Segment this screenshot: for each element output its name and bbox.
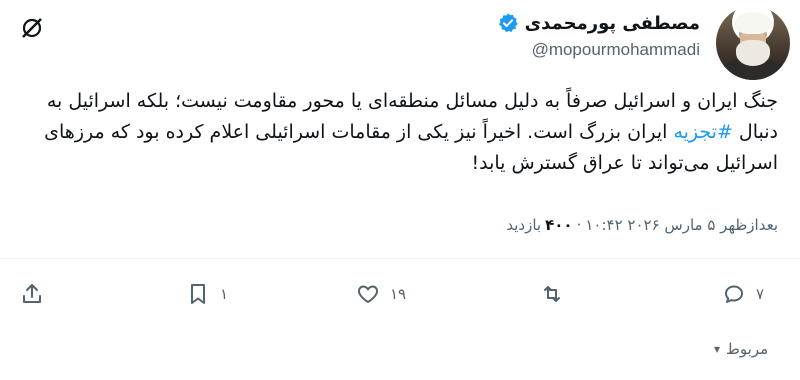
bookmark-icon (191, 284, 205, 304)
heart-icon (358, 285, 378, 303)
author-name-row[interactable]: مصطفی پورمحمدی (497, 10, 700, 36)
retweet-icon (544, 286, 560, 302)
action-bar: ۱ ۱۹ ۷ (0, 282, 800, 322)
reply-button[interactable]: ۷ (722, 282, 764, 306)
reply-icon (725, 285, 743, 303)
views-label: بازدید (506, 216, 542, 234)
related-dropdown[interactable]: مربوط ▾ (714, 340, 768, 358)
tweet-meta: بعدازظهر ۵ مارس ۲۰۲۶ ۱۰:۴۲ · ۴۰۰ بازدید (506, 216, 778, 234)
chevron-down-icon: ▾ (714, 342, 721, 356)
views-count: ۴۰۰ (545, 216, 573, 234)
verified-badge-icon (498, 13, 518, 33)
divider (0, 258, 800, 259)
retweet-button[interactable] (540, 282, 574, 306)
timestamp[interactable]: بعدازظهر ۵ مارس ۲۰۲۶ ۱۰:۴۲ (585, 216, 778, 234)
like-button[interactable]: ۱۹ (356, 282, 406, 306)
avatar[interactable] (716, 6, 790, 80)
share-icon (23, 284, 41, 303)
tweet-text-part2: ایران بزرگ است. اخیراً نیز یکی از مقامات… (44, 121, 778, 174)
bookmark-count: ۱ (220, 285, 229, 303)
display-name[interactable]: مصطفی پورمحمدی (525, 13, 700, 34)
related-label: مربوط (726, 340, 769, 358)
tweet-card: مصطفی پورمحمدی @mopourmohammadi جنگ ایرا… (0, 0, 800, 380)
meta-separator: · (576, 216, 582, 234)
like-count: ۱۹ (390, 285, 407, 303)
tweet-text: جنگ ایران و اسرائیل صرفاً به دلیل مسائل … (18, 86, 778, 179)
reply-count: ۷ (756, 285, 765, 303)
grok-icon[interactable] (20, 16, 44, 40)
share-button[interactable] (20, 282, 44, 306)
user-handle[interactable]: @mopourmohammadi (532, 40, 700, 60)
hashtag-link[interactable]: #تجزیه (673, 121, 732, 143)
bookmark-button[interactable]: ۱ (186, 282, 228, 306)
